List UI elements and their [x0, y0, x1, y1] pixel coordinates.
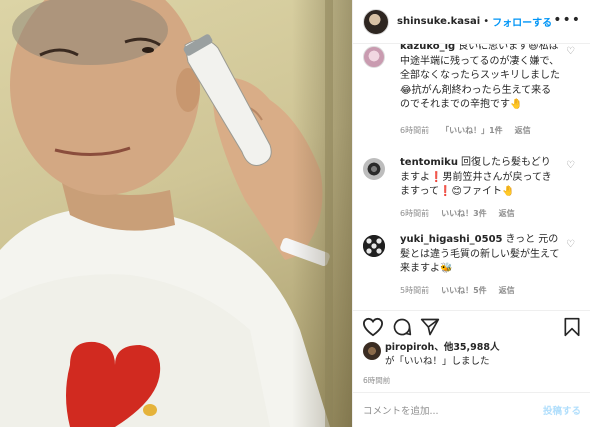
bookmark-icon[interactable]: [563, 317, 581, 337]
comment-meta: 6時間前 いいね！3件 返信: [400, 208, 515, 219]
author-avatar[interactable]: [363, 8, 389, 35]
post-photo[interactable]: [0, 0, 352, 427]
post-comment-button[interactable]: 投稿する: [543, 403, 581, 417]
comment-text: yuki_higashi_0505 きっと 元の髪とは違う毛質の新しい髪が生えて来…: [400, 233, 560, 277]
comment-time: 6時間前: [400, 209, 430, 218]
likes-summary: piropiroh、他35,988人 が「いいね！」しました: [363, 341, 583, 369]
photo-shadow: [292, 0, 352, 427]
commenter-avatar[interactable]: [363, 46, 385, 68]
share-icon[interactable]: [420, 317, 440, 337]
comment-text: kazuko_lg 良いに思います😃私は中途半端に残ってるのが凄く嫌で、全部なくな…: [400, 44, 560, 113]
commenter-avatar[interactable]: [363, 158, 385, 180]
flower-pattern-icon: [363, 235, 385, 257]
comment-reply-button[interactable]: 返信: [499, 285, 515, 296]
commenter-username[interactable]: kazuko_lg: [400, 44, 455, 52]
comment-meta: 6時間前 「いいね！」1件 返信: [400, 125, 531, 136]
post-side-panel: shinsuke.kasai • フォローする ••• kazuko_lg 良いに…: [352, 0, 590, 427]
post-actions: [353, 310, 590, 344]
photo-door-edge: [325, 0, 333, 427]
comment-reply-button[interactable]: 返信: [499, 208, 515, 219]
comment-reply-button[interactable]: 返信: [515, 125, 531, 136]
follow-button[interactable]: フォローする: [492, 14, 552, 29]
comment-text: tentomiku 回復したら髪もどりますよ❗男前笠井さんが戻ってきますって❗😊フ…: [400, 156, 560, 200]
comment-like-count[interactable]: いいね！5件: [441, 285, 487, 296]
comment-like-heart-icon[interactable]: ♡: [566, 160, 575, 171]
comment-meta: 5時間前 いいね！5件 返信: [400, 285, 515, 296]
commenter-avatar[interactable]: [363, 235, 385, 257]
comment-time: 5時間前: [400, 286, 430, 295]
comment-like-heart-icon[interactable]: ♡: [566, 46, 575, 57]
likes-suffix: が「いいね！」しました: [385, 356, 490, 367]
comment-content: 良いに思います😃私は中途半端に残ってるのが凄く嫌で、全部なくなったらスッキリしま…: [400, 44, 560, 110]
more-horizontal-icon[interactable]: •••: [553, 12, 581, 28]
post-timestamp[interactable]: 6時間前: [363, 375, 390, 386]
author-username[interactable]: shinsuke.kasai: [397, 16, 480, 27]
comment-input[interactable]: コメントを追加...: [363, 403, 543, 417]
heart-icon[interactable]: [362, 317, 384, 337]
comment-time: 6時間前: [400, 126, 430, 135]
commenter-username[interactable]: tentomiku: [400, 157, 458, 168]
commenter-username[interactable]: yuki_higashi_0505: [400, 234, 503, 245]
add-comment-bar: コメントを追加... 投稿する: [353, 392, 590, 427]
comment-like-heart-icon[interactable]: ♡: [566, 239, 575, 250]
liker-username[interactable]: piropiroh: [385, 342, 434, 353]
comment-list[interactable]: kazuko_lg 良いに思います😃私は中途半端に残ってるのが凄く嫌で、全部なくな…: [353, 44, 590, 310]
post-header: shinsuke.kasai • フォローする •••: [353, 0, 590, 44]
likes-count[interactable]: 、他35,988人: [434, 342, 499, 353]
liker-avatar[interactable]: [363, 342, 381, 360]
comment-like-count[interactable]: いいね！3件: [441, 208, 487, 219]
header-separator: •: [483, 16, 490, 27]
comment-like-count[interactable]: 「いいね！」1件: [441, 125, 503, 136]
comment-icon[interactable]: [392, 317, 412, 337]
